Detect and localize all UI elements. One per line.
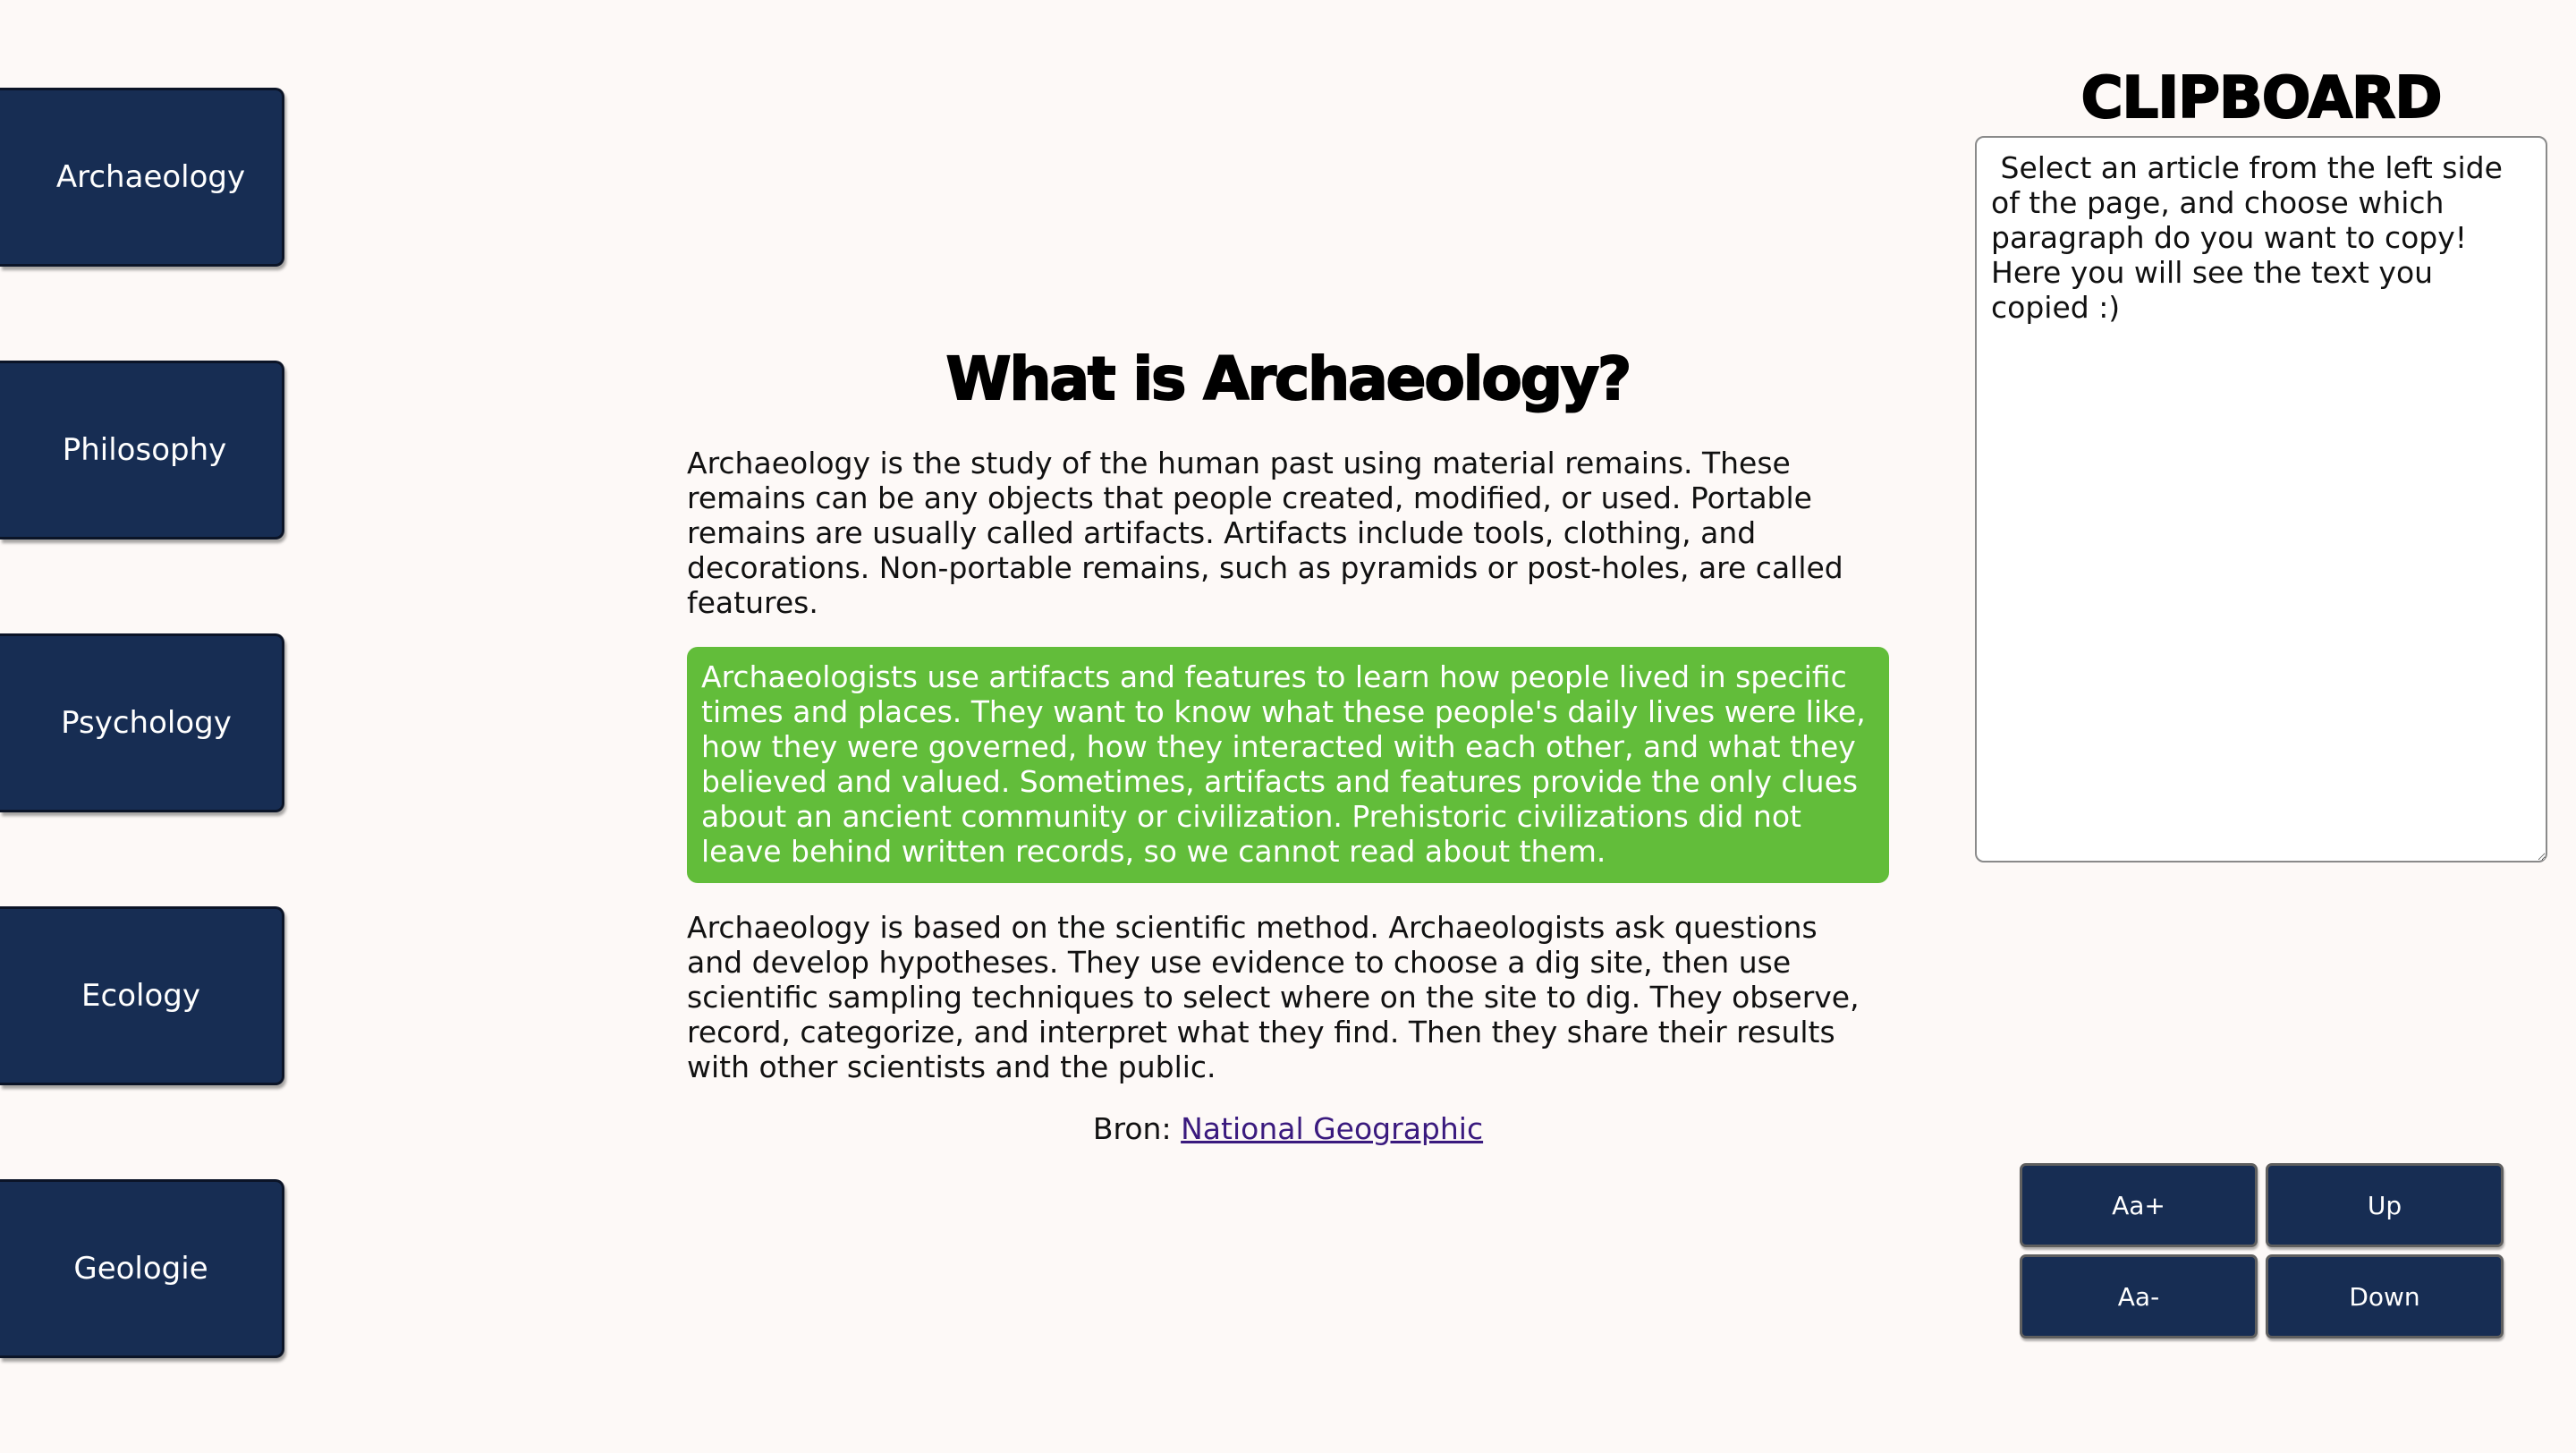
article-paragraph-1[interactable]: Archaeology is the study of the human pa… <box>687 446 1889 620</box>
up-label: Up <box>2367 1190 2402 1220</box>
clipboard-textarea[interactable]: Select an article from the left side of … <box>1975 136 2547 862</box>
article-title: What is Archaeology? <box>945 344 1633 414</box>
source-line: Bron: National Geographic <box>687 1111 1889 1147</box>
sidebar-item-label: Archaeology <box>55 159 246 195</box>
sidebar-item-psychology[interactable]: Psychology <box>0 633 284 812</box>
sidebar-item-archaeology[interactable]: Archaeology <box>0 88 284 267</box>
up-button[interactable]: Up <box>2266 1163 2504 1247</box>
sidebar-item-label: Geologie <box>73 1251 208 1287</box>
article-paragraph-3[interactable]: Archaeology is based on the scientific m… <box>687 910 1889 1084</box>
clipboard-title: CLIPBOARD <box>2080 64 2444 132</box>
font-increase-button[interactable]: Aa+ <box>2020 1163 2258 1247</box>
down-button[interactable]: Down <box>2266 1254 2504 1338</box>
article: What is Archaeology? Archaeology is the … <box>687 340 1889 1147</box>
sidebar-item-label: Philosophy <box>62 432 227 468</box>
font-increase-label: Aa+ <box>2112 1190 2165 1220</box>
sidebar-item-philosophy[interactable]: Philosophy <box>0 361 284 540</box>
sidebar-item-label: Psychology <box>61 705 232 741</box>
sidebar-item-ecology[interactable]: Ecology <box>0 906 284 1085</box>
sidebar-item-geologie[interactable]: Geologie <box>0 1179 284 1358</box>
article-paragraph-2-selected[interactable]: Archaeologists use artifacts and feature… <box>687 647 1889 883</box>
source-label: Bron: <box>1092 1111 1172 1146</box>
sidebar-item-label: Ecology <box>81 978 200 1014</box>
font-decrease-button[interactable]: Aa- <box>2020 1254 2258 1338</box>
source-link[interactable]: National Geographic <box>1181 1111 1483 1146</box>
down-label: Down <box>2349 1281 2420 1312</box>
font-decrease-label: Aa- <box>2117 1281 2160 1312</box>
